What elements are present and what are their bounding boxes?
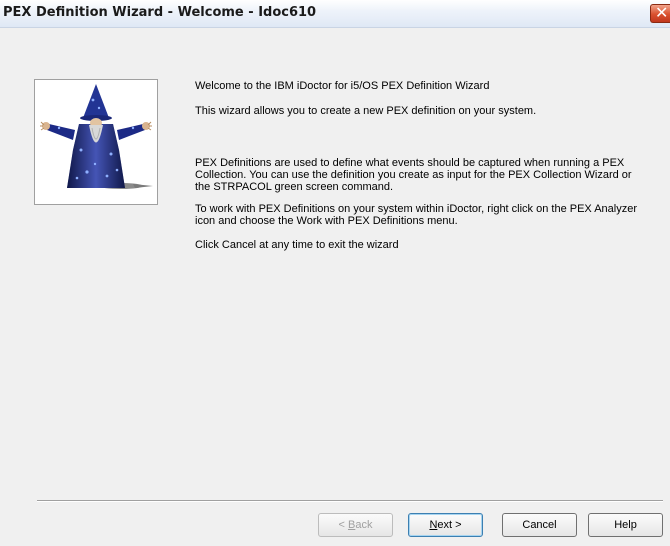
back-button-label: ack	[355, 519, 373, 531]
cancel-button-label: Cancel	[522, 519, 557, 531]
wizard-description: This wizard allows you to create a new P…	[195, 105, 537, 117]
cancel-button[interactable]: Cancel	[502, 513, 577, 537]
wizard-window: PEX Definition Wizard - Welcome - Idoc61…	[0, 0, 670, 546]
close-icon: ✕	[655, 3, 669, 22]
button-separator	[37, 500, 663, 502]
close-button[interactable]: ✕	[650, 3, 670, 23]
pex-definitions-info: PEX Definitions are used to define what …	[195, 157, 632, 193]
title-bar: PEX Definition Wizard - Welcome - Idoc61…	[0, 0, 670, 28]
back-button[interactable]: < Back	[318, 513, 393, 537]
help-button[interactable]: Help	[588, 513, 663, 537]
wizard-illustration-icon	[40, 84, 153, 189]
wizard-image	[34, 79, 158, 205]
help-button-label: Help	[614, 519, 637, 531]
next-button[interactable]: Next >	[408, 513, 483, 537]
next-button-mnemonic: N	[429, 519, 438, 531]
back-button-mnemonic: B	[348, 519, 356, 531]
welcome-heading: Welcome to the IBM iDoctor for i5/OS PEX…	[195, 80, 490, 92]
work-with-definitions-info: To work with PEX Definitions on your sys…	[195, 203, 638, 227]
window-title: PEX Definition Wizard - Welcome - Idoc61…	[3, 5, 317, 20]
welcome-text: Welcome to the IBM iDoctor for i5/OS PEX…	[195, 80, 645, 251]
next-button-label: ext >	[437, 519, 462, 531]
back-button-prefix: <	[338, 519, 348, 531]
cancel-hint: Click Cancel at any time to exit the wiz…	[195, 239, 399, 251]
